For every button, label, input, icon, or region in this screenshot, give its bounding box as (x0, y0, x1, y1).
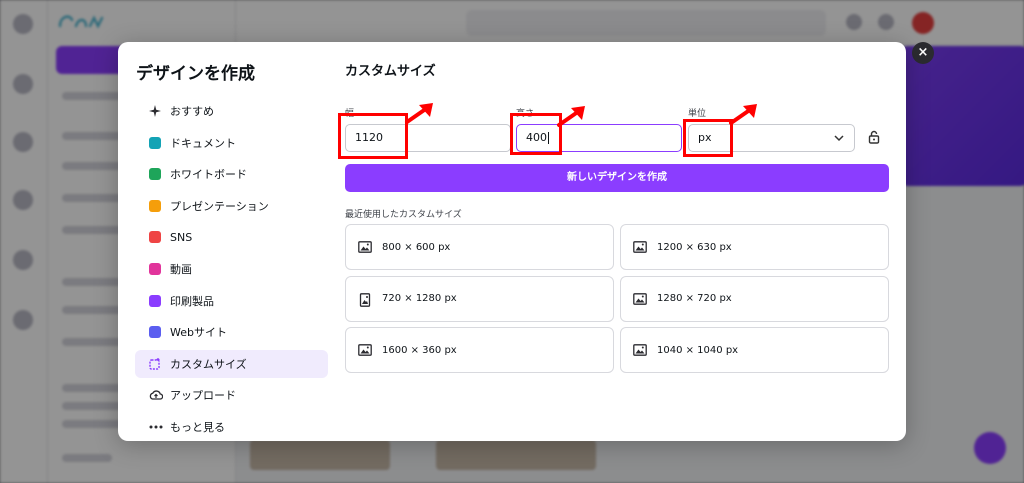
nav-item[interactable]: もっと見る (135, 413, 328, 441)
annotation-arrow-icon (729, 104, 757, 125)
nav-item-label: ドキュメント (170, 136, 236, 150)
nav-item-label: SNS (170, 230, 193, 244)
nav-item[interactable]: カスタムサイズ (135, 349, 328, 378)
print-icon (149, 294, 161, 307)
annotation-box-unit (683, 119, 733, 157)
nav-item[interactable]: アップロード (135, 381, 328, 409)
nav-item-label: Webサイト (170, 326, 227, 340)
document-icon (149, 136, 161, 149)
annotation-arrow-icon (405, 103, 433, 124)
recent-size-label: 1280 × 720 px (657, 293, 732, 304)
nav-item-label: 動画 (170, 262, 192, 276)
nav-item[interactable]: ホワイトボード (135, 160, 328, 188)
nav-item-label: ホワイトボード (170, 168, 247, 182)
nav-item[interactable]: SNS (135, 223, 328, 251)
section-title: カスタムサイズ (345, 64, 436, 79)
create-design-modal: デザインを作成 おすすめドキュメント ホワイトボードプレゼンテーション SNS 動画印… (118, 42, 906, 441)
cloud-upload-icon (149, 389, 164, 401)
unit-label: 単位 (688, 109, 707, 119)
nav-item[interactable]: 印刷製品 (135, 287, 328, 315)
recent-size-card[interactable]: 1600 × 360 px (345, 327, 614, 373)
nav-item[interactable]: 動画 (135, 255, 328, 283)
recent-size-label: 1200 × 630 px (657, 241, 732, 253)
recent-size-card[interactable]: 1280 × 720 px (620, 275, 889, 322)
create-new-design-button[interactable]: 新しいデザインを作成 (345, 164, 889, 192)
website-icon (149, 326, 161, 339)
recent-size-label: 1600 × 360 px (382, 344, 457, 356)
nav-item-label: カスタムサイズ (170, 357, 247, 371)
nav-item-label: おすすめ (170, 105, 214, 118)
modal-title: デザインを作成 (136, 64, 255, 84)
image-icon (358, 344, 372, 356)
more-dots-icon (149, 421, 163, 433)
recent-sizes-label: 最近使用したカスタムサイズ (345, 210, 462, 220)
annotation-box-width (338, 113, 408, 159)
lock-icon[interactable] (868, 130, 880, 144)
close-button[interactable]: × (912, 42, 934, 64)
category-nav: おすすめドキュメント ホワイトボードプレゼンテーション SNS 動画印刷製品 Webサイ… (135, 97, 328, 441)
heart-icon (149, 231, 161, 244)
recent-size-card[interactable]: 1040 × 1040 px (620, 327, 889, 373)
image-icon (633, 292, 647, 305)
image-icon (358, 241, 372, 253)
modal-sidebar: デザインを作成 おすすめドキュメント ホワイトボードプレゼンテーション SNS 動画印… (118, 42, 334, 441)
annotation-arrow-icon (557, 106, 585, 127)
nav-item[interactable]: Webサイト (135, 318, 328, 346)
nav-item-label: 印刷製品 (170, 294, 214, 308)
recent-size-label: 720 × 1280 px (382, 293, 457, 304)
custom-size-icon (149, 357, 161, 370)
annotation-box-height (510, 113, 562, 155)
video-icon (149, 262, 161, 275)
image-icon (633, 344, 647, 356)
recent-size-label: 800 × 600 px (382, 241, 451, 253)
nav-item-label: もっと見る (170, 420, 225, 434)
image-portrait-icon (358, 292, 372, 307)
recent-size-label: 1040 × 1040 px (657, 344, 739, 356)
image-icon (633, 241, 647, 253)
presentation-icon (149, 199, 161, 212)
whiteboard-icon (149, 168, 161, 181)
recent-size-card[interactable]: 1200 × 630 px (620, 224, 889, 270)
close-icon: × (917, 45, 929, 60)
nav-item[interactable]: プレゼンテーション (135, 192, 328, 220)
recent-size-card[interactable]: 800 × 600 px (345, 224, 614, 270)
nav-item-label: アップロード (170, 389, 236, 403)
sparkle-icon (149, 105, 161, 117)
chevron-down-icon (834, 125, 844, 161)
recent-size-card[interactable]: 720 × 1280 px (345, 275, 614, 322)
nav-item[interactable]: おすすめ (135, 97, 328, 125)
nav-item[interactable]: ドキュメント (135, 129, 328, 157)
nav-item-label: プレゼンテーション (170, 199, 269, 213)
